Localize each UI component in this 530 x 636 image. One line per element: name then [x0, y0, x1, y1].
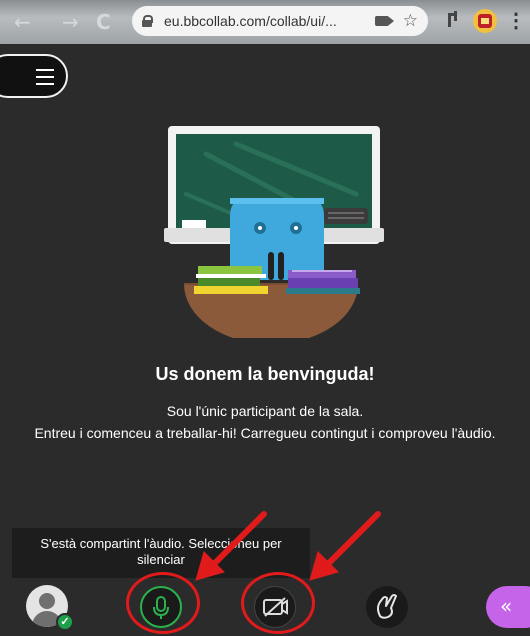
address-bar[interactable]: eu.bbcollab.com/collab/ui/... ☆ — [132, 6, 428, 36]
forward-icon[interactable]: → — [62, 10, 79, 34]
chevron-double-left-icon: « — [500, 594, 513, 618]
lock-icon — [142, 15, 153, 27]
menu-icon — [36, 69, 54, 90]
welcome-message: Sou l'únic participant de la sala. Entre… — [20, 400, 510, 444]
url-text: eu.bbcollab.com/collab/ui/... — [164, 13, 337, 29]
collaborate-session: ← → C eu.bbcollab.com/collab/ui/... ☆ ⋮ — [0, 0, 530, 636]
classroom-illustration — [164, 126, 384, 338]
open-collaborate-panel-button[interactable]: « — [486, 586, 530, 628]
welcome-line-1: Sou l'únic participant de la sala. — [166, 403, 364, 419]
open-menu-button[interactable] — [0, 54, 68, 98]
back-icon[interactable]: ← — [14, 10, 31, 34]
reload-icon[interactable]: C — [96, 10, 111, 34]
camera-indicator-icon[interactable] — [374, 16, 394, 26]
raise-hand-button[interactable] — [366, 586, 408, 628]
welcome-title: Us donem la benvinguda! — [155, 364, 375, 384]
mic-highlight-circle — [126, 572, 200, 634]
profile-extension-icon[interactable] — [472, 8, 498, 39]
extension-icon[interactable] — [446, 9, 462, 34]
camera-highlight-circle — [241, 572, 315, 634]
welcome-line-2: Entreu i comenceu a treballar-hi! Carreg… — [34, 425, 496, 441]
audio-sharing-tooltip: S'està compartint l'àudio. Seleccioneu p… — [12, 528, 310, 578]
bookmark-star-icon[interactable]: ☆ — [403, 11, 418, 31]
raise-hand-icon — [377, 594, 397, 619]
status-check-icon: ✓ — [56, 613, 74, 631]
more-options-icon[interactable]: ⋮ — [506, 8, 526, 33]
browser-toolbar: ← → C eu.bbcollab.com/collab/ui/... ☆ ⋮ — [0, 0, 530, 44]
